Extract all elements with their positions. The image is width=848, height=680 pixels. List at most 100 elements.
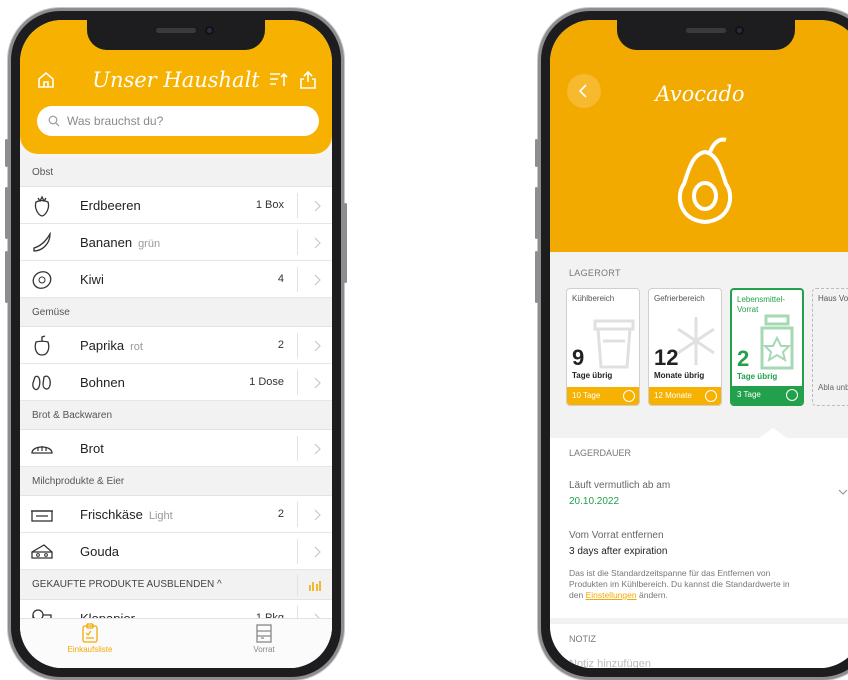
duration-section: LAGERDAUER Läuft vermutlich ab am 20.10.… bbox=[550, 438, 848, 618]
card-footer: 3 Tage bbox=[732, 386, 802, 404]
screen-shopping-list: Unser Haushalt Was brauchst du? Obst Erd… bbox=[20, 20, 332, 668]
hide-bought-label: GEKAUFTE PRODUKTE AUSBLENDEN ^ bbox=[32, 579, 222, 590]
list-item[interactable]: Gouda bbox=[20, 533, 332, 570]
tab-bar: Einkaufsliste Vorrat bbox=[20, 618, 332, 668]
shopping-list: Obst Erdbeeren 1 Box Bananen grün Kiwi 4 … bbox=[20, 158, 332, 637]
list-item[interactable]: Bananen grün bbox=[20, 224, 332, 261]
item-name: Paprika bbox=[80, 338, 125, 353]
bar-chart-icon[interactable] bbox=[308, 578, 322, 592]
card-footer-text: 10 Tage bbox=[572, 391, 601, 400]
card-footer: 12 Monate bbox=[649, 387, 721, 405]
divider bbox=[297, 230, 298, 255]
item-quantity: 1 Box bbox=[255, 199, 284, 211]
fridge-container-icon bbox=[593, 319, 635, 369]
storage-card-lebensmittel-vorrat[interactable]: Lebensmittel-Vorrat 2 Tage übrig 3 Tage bbox=[730, 288, 804, 406]
chevron-right-icon bbox=[314, 546, 321, 558]
list-item[interactable]: Erdbeeren 1 Box bbox=[20, 187, 332, 224]
bread-icon bbox=[31, 446, 53, 454]
strawberry-icon bbox=[34, 195, 50, 217]
card-unit: Monate übrig bbox=[654, 371, 705, 380]
category-header: Brot & Backwaren bbox=[20, 401, 332, 430]
item-name: Kiwi bbox=[80, 272, 104, 287]
banana-icon bbox=[33, 231, 51, 252]
globe-icon bbox=[786, 389, 798, 401]
phone-product-detail: Avocado LAGERORT Kühlbereich 9 Tage übri… bbox=[535, 8, 848, 680]
chevron-right-icon bbox=[314, 509, 321, 521]
card-unit: Tage übrig bbox=[737, 372, 778, 381]
card-title: Haus Vorr bbox=[818, 294, 848, 303]
hide-bought-toggle[interactable]: GEKAUFTE PRODUKTE AUSBLENDEN ^ bbox=[20, 570, 332, 600]
divider bbox=[297, 539, 298, 564]
card-footer: 10 Tage bbox=[567, 387, 639, 405]
divider bbox=[297, 502, 298, 527]
search-icon bbox=[48, 115, 60, 127]
share-icon[interactable] bbox=[298, 70, 318, 90]
category-header: Gemüse bbox=[20, 298, 332, 327]
category-header: Milchprodukte & Eier bbox=[20, 467, 332, 496]
tab-einkaufsliste[interactable]: Einkaufsliste bbox=[30, 623, 150, 654]
storage-card-kuehlbereich[interactable]: Kühlbereich 9 Tage übrig 10 Tage bbox=[566, 288, 640, 406]
list-item[interactable]: Frischkäse Light 2 bbox=[20, 496, 332, 533]
card-number: 12 bbox=[654, 345, 679, 370]
cheese-icon bbox=[31, 544, 53, 559]
expires-date[interactable]: 20.10.2022 bbox=[569, 496, 619, 507]
notch bbox=[87, 20, 265, 50]
search-input[interactable]: Was brauchst du? bbox=[37, 106, 319, 136]
sort-icon[interactable] bbox=[268, 70, 288, 90]
list-item[interactable]: Paprika rot 2 bbox=[20, 327, 332, 364]
list-item[interactable]: Bohnen 1 Dose bbox=[20, 364, 332, 401]
tab-label: Vorrat bbox=[253, 645, 275, 654]
side-button bbox=[535, 139, 538, 167]
item-name: Gouda bbox=[80, 544, 120, 559]
card-unit: Tage übrig bbox=[572, 371, 613, 380]
storage-card-gefrierbereich[interactable]: Gefrierbereich 12 Monate übrig 12 Monate bbox=[648, 288, 722, 406]
list-item[interactable]: Kiwi 4 bbox=[20, 261, 332, 298]
chevron-right-icon bbox=[314, 443, 321, 455]
divider bbox=[297, 333, 298, 358]
notch bbox=[617, 20, 795, 50]
duration-description: Das ist die Standardzeitspanne für das E… bbox=[569, 568, 799, 601]
beans-icon bbox=[32, 375, 51, 391]
product-title: Avocado bbox=[655, 82, 745, 106]
item-name: Bohnen bbox=[80, 375, 125, 390]
chevron-right-icon bbox=[314, 237, 321, 249]
item-quantity: 2 bbox=[277, 339, 284, 351]
storage-card-haushalt-vorrat[interactable]: Haus Vorr Abla unbe bbox=[812, 288, 848, 406]
remove-value[interactable]: 3 days after expiration bbox=[569, 546, 667, 557]
item-name: Erdbeeren bbox=[80, 198, 141, 213]
screen-product-detail: Avocado LAGERORT Kühlbereich 9 Tage übri… bbox=[550, 20, 848, 668]
chevron-right-icon bbox=[314, 200, 321, 212]
tab-vorrat[interactable]: Vorrat bbox=[204, 623, 324, 654]
search-placeholder: Was brauchst du? bbox=[67, 114, 164, 128]
storage-label: LAGERORT bbox=[569, 268, 621, 278]
item-name: Bananen bbox=[80, 235, 133, 250]
jar-icon bbox=[760, 314, 794, 370]
avocado-icon bbox=[677, 137, 733, 225]
card-number: 2 bbox=[737, 346, 750, 371]
globe-icon bbox=[705, 390, 717, 402]
side-button bbox=[535, 251, 538, 303]
card-footer-text: 3 Tage bbox=[737, 390, 761, 399]
description-end: ändern. bbox=[638, 590, 668, 600]
card-title: Lebensmittel-Vorrat bbox=[737, 295, 786, 314]
note-input[interactable]: Notiz hinzufügen bbox=[569, 658, 651, 668]
expires-label: Läuft vermutlich ab am bbox=[569, 480, 671, 491]
duration-label: LAGERDAUER bbox=[569, 448, 632, 458]
settings-link[interactable]: Einstellungen bbox=[586, 590, 637, 600]
globe-icon bbox=[623, 390, 635, 402]
divider bbox=[297, 193, 298, 218]
chevron-down-icon[interactable] bbox=[838, 488, 848, 496]
side-button bbox=[5, 251, 8, 303]
card-title: Gefrierbereich bbox=[654, 294, 705, 303]
storage-section: LAGERORT Kühlbereich 9 Tage übrig 10 Tag… bbox=[550, 252, 848, 438]
note-section: NOTIZ Notiz hinzufügen bbox=[550, 618, 848, 668]
divider bbox=[297, 370, 298, 395]
remove-label: Vom Vorrat entfernen bbox=[569, 530, 664, 541]
item-name: Frischkäse bbox=[80, 507, 143, 522]
card-number: 9 bbox=[572, 345, 585, 370]
list-item[interactable]: Brot bbox=[20, 430, 332, 467]
card-extra: Abla unbe bbox=[818, 383, 848, 392]
chevron-right-icon bbox=[314, 377, 321, 389]
pantry-icon bbox=[256, 624, 272, 643]
side-button bbox=[535, 187, 538, 239]
